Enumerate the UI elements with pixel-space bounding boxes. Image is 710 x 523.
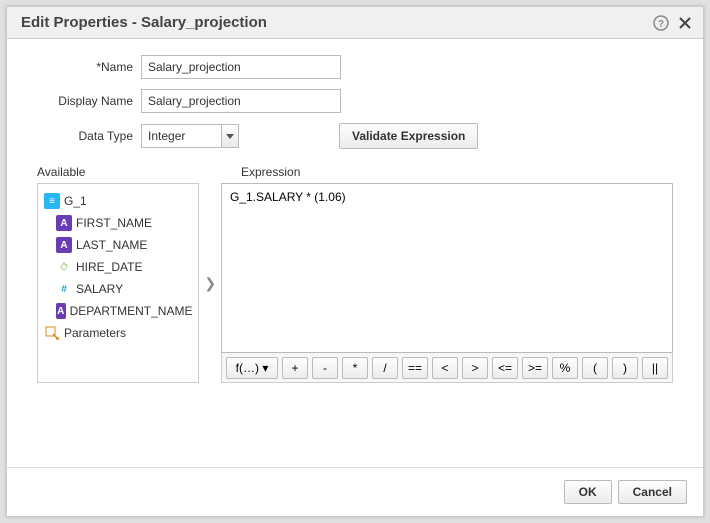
op-div-button[interactable]: / xyxy=(372,357,398,379)
dataset-icon: ≡ xyxy=(44,193,60,209)
field-label: LAST_NAME xyxy=(76,238,147,252)
row-data-type: Data Type Integer Validate Expression xyxy=(37,123,673,149)
tree-field-department[interactable]: A DEPARTMENT_NAME xyxy=(42,300,194,322)
text-field-icon: A xyxy=(56,237,72,253)
display-name-input[interactable] xyxy=(141,89,341,113)
op-ge-button[interactable]: >= xyxy=(522,357,548,379)
op-le-button[interactable]: <= xyxy=(492,357,518,379)
function-dropdown-button[interactable]: f(…) ▾ xyxy=(226,357,278,379)
op-lt-button[interactable]: < xyxy=(432,357,458,379)
text-field-icon: A xyxy=(56,215,72,231)
ok-button[interactable]: OK xyxy=(564,480,612,504)
move-column: ❯ xyxy=(199,183,221,383)
parameters-label: Parameters xyxy=(64,326,126,340)
op-mul-button[interactable]: * xyxy=(342,357,368,379)
op-eq-button[interactable]: == xyxy=(402,357,428,379)
parameters-icon xyxy=(44,325,60,341)
select-arrow-icon[interactable] xyxy=(221,124,239,148)
op-minus-button[interactable]: - xyxy=(312,357,338,379)
available-tree[interactable]: ≡ G_1 A FIRST_NAME A LAST_NAME ⏱ HIRE_DA… xyxy=(37,183,199,383)
svg-text:?: ? xyxy=(658,19,664,30)
edit-properties-dialog: Edit Properties - Salary_projection ? Na… xyxy=(6,6,704,517)
tree-root-label: G_1 xyxy=(64,194,87,208)
expression-column: G_1.SALARY * (1.06) f(…) ▾ + - * / == < … xyxy=(221,183,673,383)
row-display-name: Display Name xyxy=(37,89,673,113)
date-field-icon: ⏱ xyxy=(56,259,72,275)
data-type-select[interactable]: Integer xyxy=(141,124,221,148)
text-field-icon: A xyxy=(56,303,66,319)
tree-root[interactable]: ≡ G_1 xyxy=(42,190,194,212)
field-label: DEPARTMENT_NAME xyxy=(70,304,193,318)
move-right-button[interactable]: ❯ xyxy=(202,267,218,299)
number-field-icon: # xyxy=(56,281,72,297)
main-area: ≡ G_1 A FIRST_NAME A LAST_NAME ⏱ HIRE_DA… xyxy=(37,183,673,383)
close-icon[interactable] xyxy=(675,13,695,33)
op-or-button[interactable]: || xyxy=(642,357,668,379)
titlebar: Edit Properties - Salary_projection ? xyxy=(7,7,703,39)
dialog-title: Edit Properties - Salary_projection xyxy=(21,14,647,31)
field-label: FIRST_NAME xyxy=(76,216,152,230)
tree-field-lastname[interactable]: A LAST_NAME xyxy=(42,234,194,256)
op-gt-button[interactable]: > xyxy=(462,357,488,379)
op-lparen-button[interactable]: ( xyxy=(582,357,608,379)
op-plus-button[interactable]: + xyxy=(282,357,308,379)
operator-toolbar: f(…) ▾ + - * / == < > <= >= % ( ) || xyxy=(221,353,673,383)
dialog-body: Name Display Name Data Type Integer Vali… xyxy=(7,39,703,467)
display-name-label: Display Name xyxy=(37,94,133,108)
tree-field-firstname[interactable]: A FIRST_NAME xyxy=(42,212,194,234)
row-name: Name xyxy=(37,55,673,79)
field-label: SALARY xyxy=(76,282,123,296)
dialog-footer: OK Cancel xyxy=(7,467,703,516)
name-input[interactable] xyxy=(141,55,341,79)
section-labels: Available Expression xyxy=(37,165,673,179)
tree-parameters[interactable]: Parameters xyxy=(42,322,194,344)
cancel-button[interactable]: Cancel xyxy=(618,480,687,504)
name-label: Name xyxy=(37,60,133,74)
validate-expression-button[interactable]: Validate Expression xyxy=(339,123,478,149)
tree-field-hiredate[interactable]: ⏱ HIRE_DATE xyxy=(42,256,194,278)
tree-field-salary[interactable]: # SALARY xyxy=(42,278,194,300)
help-icon[interactable]: ? xyxy=(651,13,671,33)
expression-label: Expression xyxy=(241,165,300,179)
expression-input[interactable]: G_1.SALARY * (1.06) xyxy=(221,183,673,353)
data-type-label: Data Type xyxy=(37,129,133,143)
available-label: Available xyxy=(37,165,217,179)
op-rparen-button[interactable]: ) xyxy=(612,357,638,379)
op-mod-button[interactable]: % xyxy=(552,357,578,379)
field-label: HIRE_DATE xyxy=(76,260,142,274)
